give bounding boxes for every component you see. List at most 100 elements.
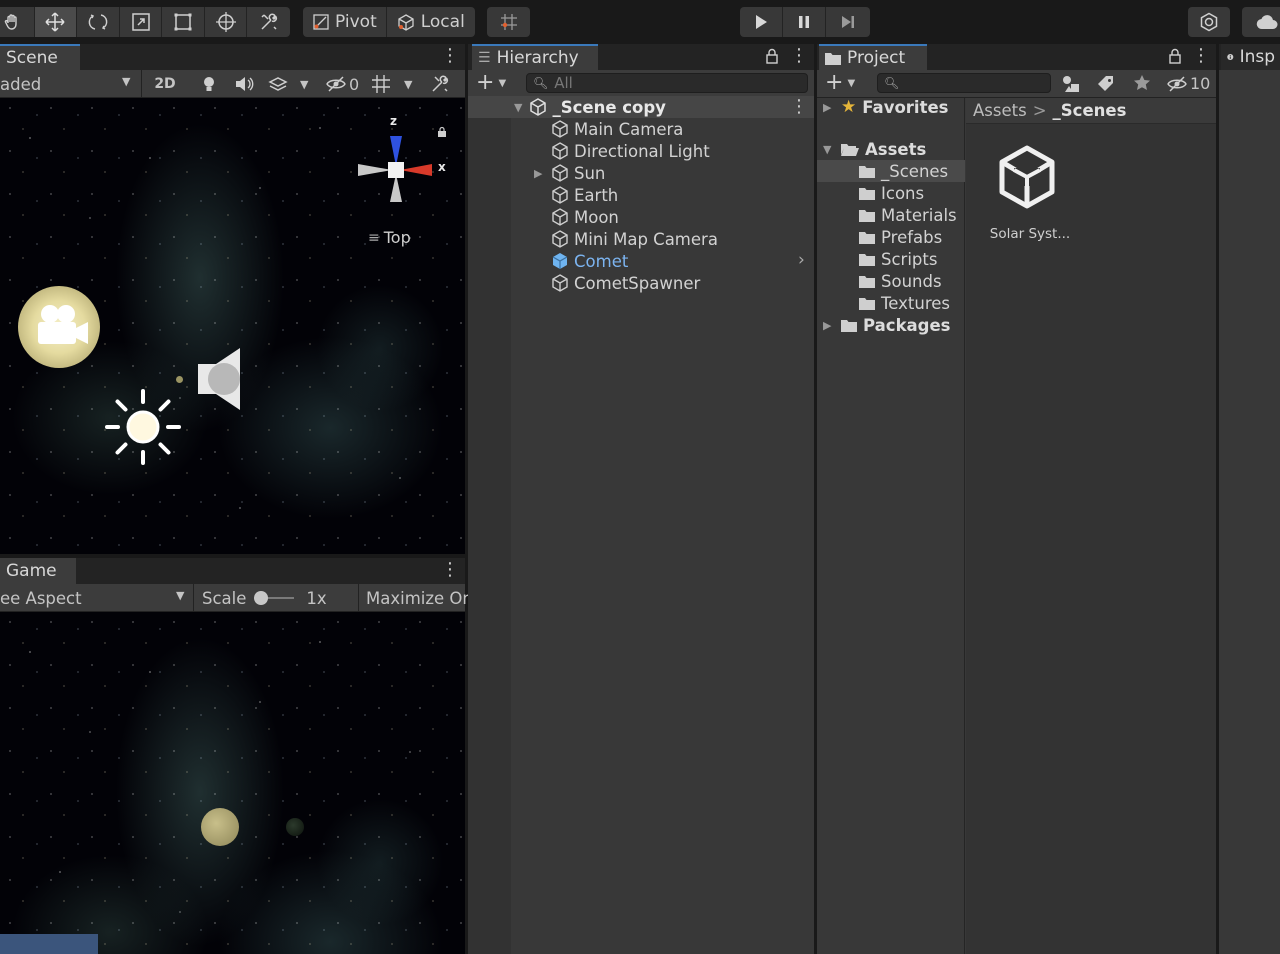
tab-project[interactable]: Project (819, 44, 927, 70)
project-hidden-toggle[interactable]: 10 (1167, 74, 1210, 93)
custom-tool-button[interactable] (247, 7, 290, 37)
chevron-right-icon[interactable]: › (798, 250, 805, 270)
hand-tool-button[interactable] (0, 7, 35, 37)
grid-snapping-button[interactable] (487, 7, 530, 37)
inspector-tab-label: Insp (1239, 47, 1275, 67)
scene-root-row[interactable]: ▼ _Scene copy ⋮ (468, 96, 814, 118)
tab-hierarchy[interactable]: ☰ Hierarchy (472, 44, 598, 70)
expand-arrow-icon[interactable]: ▶ (823, 319, 841, 332)
orientation-gizmo[interactable]: z x ≡ Top (352, 106, 462, 256)
expand-arrow-icon[interactable]: ▼ (514, 101, 522, 114)
hierarchy-item-label: Comet (574, 251, 629, 271)
moon-marker[interactable] (176, 376, 183, 383)
hierarchy-search-field[interactable]: 🔍︎ All (526, 73, 808, 93)
label-tag-icon[interactable] (1097, 75, 1115, 93)
hierarchy-item-directional-light[interactable]: Directional Light (468, 140, 814, 162)
pivot-toggle[interactable]: Pivot (303, 7, 387, 37)
scene-tools-button[interactable] (430, 75, 450, 93)
tab-inspector[interactable]: Insp (1221, 44, 1280, 70)
hierarchy-item-comet[interactable]: Comet › (468, 250, 814, 272)
hierarchy-tab-label: Hierarchy (496, 48, 579, 68)
aspect-dropdown[interactable]: ee Aspect ▼ (0, 584, 194, 612)
folder-item-textures[interactable]: Textures (817, 292, 965, 314)
effects-dropdown-chevron-icon[interactable]: ▼ (300, 78, 308, 91)
hierarchy-menu-button[interactable]: ⋮ (790, 47, 808, 65)
rotate-tool-button[interactable] (77, 7, 120, 37)
effects-toggle[interactable] (268, 75, 288, 93)
favorites-row[interactable]: ▶ ★ Favorites (817, 96, 965, 118)
scale-slider-handle[interactable] (254, 591, 269, 605)
create-object-button[interactable]: + ▼ (476, 72, 506, 94)
scale-slider[interactable] (254, 591, 295, 605)
packages-row[interactable]: ▶ Packages (817, 314, 965, 336)
project-search-field[interactable]: 🔍︎ (877, 73, 1051, 93)
asset-tile-solar-system[interactable]: Solar Syst... (982, 142, 1078, 252)
tab-game[interactable]: Game (0, 558, 76, 584)
folder-icon (859, 187, 875, 200)
cloud-button[interactable] (1242, 7, 1280, 37)
star-icon[interactable] (1133, 74, 1151, 92)
move-tool-button[interactable] (34, 7, 78, 37)
menu-lines-icon: ≡ (368, 229, 380, 246)
tools-icon (432, 75, 449, 92)
hierarchy-item-moon[interactable]: Moon (468, 206, 814, 228)
folder-item-icons[interactable]: Icons (817, 182, 965, 204)
list-icon: ☰ (478, 50, 491, 66)
toggle-2d-button[interactable]: 2D (146, 70, 184, 98)
filter-by-type-icon[interactable] (1061, 74, 1081, 94)
hierarchy-item-main-camera[interactable]: Main Camera (468, 118, 814, 140)
gizmo-view-label-button[interactable]: ≡ Top (368, 228, 411, 247)
pause-button[interactable] (783, 7, 826, 37)
hierarchy-item-mini-map-camera[interactable]: Mini Map Camera (468, 228, 814, 250)
create-asset-button[interactable]: + ▼ (825, 72, 855, 94)
shading-mode-dropdown[interactable]: aded ▼ (0, 70, 142, 98)
folder-item-scenes[interactable]: _Scenes (817, 160, 965, 182)
hierarchy-item-earth[interactable]: Earth (468, 184, 814, 206)
expand-arrow-icon[interactable]: ▶ (823, 101, 841, 114)
local-toggle[interactable]: Local (387, 7, 474, 37)
directional-light-sun-icon[interactable] (104, 388, 182, 466)
folder-item-scripts[interactable]: Scripts (817, 248, 965, 270)
collab-button[interactable] (1188, 7, 1230, 37)
lighting-toggle[interactable] (200, 75, 218, 93)
sun-planet (201, 808, 239, 846)
gizmo-view-label: Top (383, 228, 411, 247)
game-menu-button[interactable]: ⋮ (441, 561, 459, 579)
camera-gizmo[interactable] (18, 286, 100, 368)
grid-dropdown-chevron-icon[interactable]: ▼ (404, 78, 412, 91)
gizmo-lock-icon[interactable] (436, 126, 448, 138)
folder-item-materials[interactable]: Materials (817, 204, 965, 226)
assets-row[interactable]: ▼ Assets (817, 138, 965, 160)
breadcrumb-root[interactable]: Assets (973, 101, 1027, 120)
lock-icon[interactable] (766, 48, 778, 64)
expand-arrow-icon[interactable]: ▼ (823, 143, 841, 156)
folder-item-sounds[interactable]: Sounds (817, 270, 965, 292)
play-button[interactable] (740, 7, 783, 37)
audio-toggle[interactable] (234, 75, 254, 93)
lock-icon[interactable] (1169, 48, 1181, 64)
scene-grid-toggle[interactable] (370, 74, 392, 94)
tab-scene[interactable]: Scene (0, 44, 80, 70)
rect-tool-button[interactable] (162, 7, 205, 37)
hidden-objects-toggle[interactable]: 0 (326, 70, 359, 98)
hierarchy-item-label: Sun (574, 163, 606, 183)
chevron-down-icon: ▼ (122, 75, 131, 88)
scale-tool-button[interactable] (120, 7, 163, 37)
hierarchy-search-placeholder: All (554, 74, 573, 92)
scene-menu-button[interactable]: ⋮ (441, 47, 459, 65)
scene-viewport[interactable]: z x ≡ Top (0, 98, 465, 554)
game-tab-label: Game (6, 561, 57, 581)
assets-label: Assets (865, 139, 927, 159)
project-menu-button[interactable]: ⋮ (1192, 47, 1210, 65)
audio-source-gizmo-icon[interactable] (198, 348, 242, 410)
scene-options-button[interactable]: ⋮ (790, 98, 808, 116)
step-button[interactable] (826, 7, 869, 37)
expand-arrow-icon[interactable]: ▶ (534, 167, 550, 180)
folder-item-prefabs[interactable]: Prefabs (817, 226, 965, 248)
game-viewport[interactable] (0, 612, 465, 954)
maximize-on-play-toggle[interactable]: Maximize On (366, 584, 473, 612)
transform-tool-button[interactable] (205, 7, 248, 37)
breadcrumb-current[interactable]: _Scenes (1053, 101, 1127, 120)
hierarchy-item-cometspawner[interactable]: CometSpawner (468, 272, 814, 294)
hierarchy-item-sun[interactable]: ▶ Sun (468, 162, 814, 184)
